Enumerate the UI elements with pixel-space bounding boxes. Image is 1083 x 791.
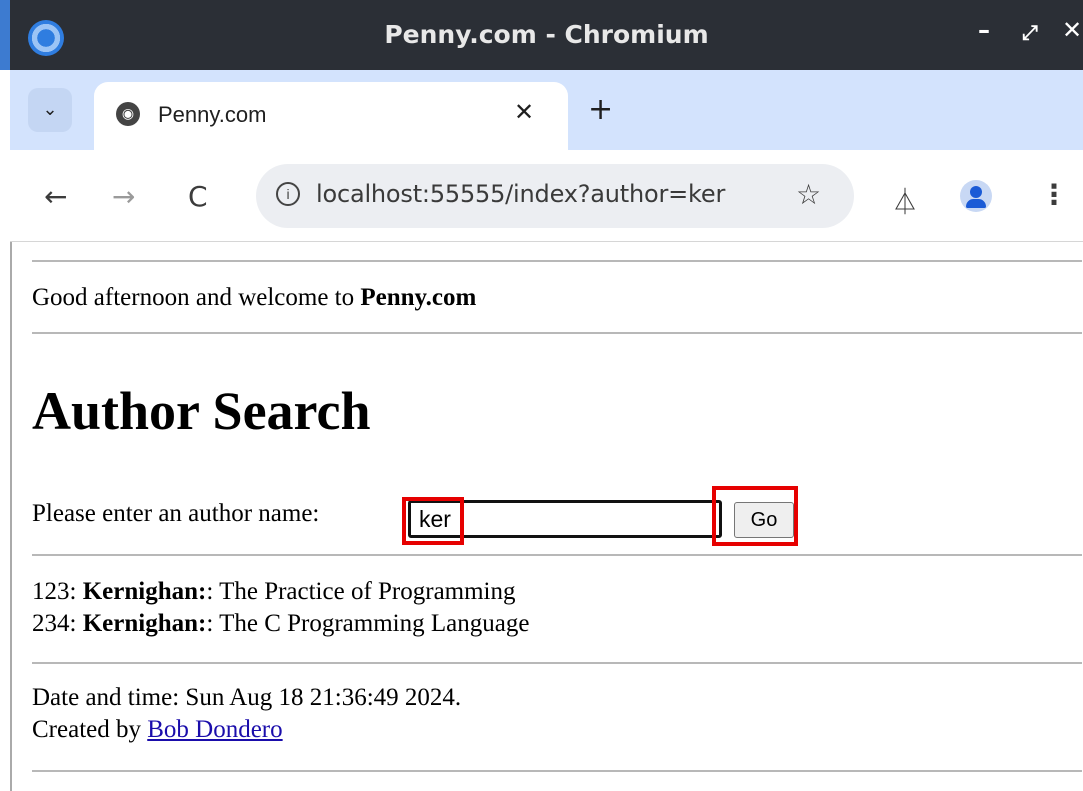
tab-search-dropdown-icon[interactable]: ⌄ xyxy=(28,88,72,132)
result-title: : The Practice of Programming xyxy=(206,578,516,605)
result-author: Kernighan: xyxy=(82,578,207,605)
maximize-icon[interactable]: ⤢ xyxy=(1022,20,1038,44)
divider xyxy=(32,260,1082,262)
greeting-text: Good afternoon and welcome to Penny.com xyxy=(32,284,476,312)
result-title: : The C Programming Language xyxy=(206,610,530,637)
list-item: 234: Kernighan:: The C Programming Langu… xyxy=(32,610,530,637)
results-list: 123: Kernighan:: The Practice of Program… xyxy=(32,576,529,640)
address-bar[interactable]: i localhost:55555/index?author=ker ☆ xyxy=(256,164,854,228)
tab-strip: ⌄ ◉ Penny.com ✕ + xyxy=(10,70,1083,150)
forward-arrow-icon[interactable]: → xyxy=(112,180,135,213)
kebab-menu-icon[interactable]: ⋮ xyxy=(1040,178,1068,211)
tab-penny[interactable]: ◉ Penny.com ✕ xyxy=(94,82,568,150)
tab-close-icon[interactable]: ✕ xyxy=(514,98,534,126)
labs-flask-icon[interactable]: ⏃ xyxy=(892,182,918,219)
bookmark-star-icon[interactable]: ☆ xyxy=(796,178,821,211)
divider xyxy=(32,662,1082,664)
close-window-icon[interactable]: ✕ xyxy=(1062,16,1082,44)
list-item: 123: Kernighan:: The Practice of Program… xyxy=(32,578,516,605)
window-title-bar: Penny.com - Chromium – ⤢ ✕ xyxy=(0,0,1083,70)
new-tab-button[interactable]: + xyxy=(588,92,613,127)
site-info-icon[interactable]: i xyxy=(276,182,300,206)
author-prompt-label: Please enter an author name: xyxy=(32,500,320,527)
minimize-icon[interactable]: – xyxy=(978,16,990,44)
tab-title: Penny.com xyxy=(158,102,267,127)
page-content: Good afternoon and welcome to Penny.com … xyxy=(10,242,1083,791)
highlight-box-input xyxy=(402,497,464,545)
globe-icon: ◉ xyxy=(116,102,140,126)
author-link[interactable]: Bob Dondero xyxy=(147,716,282,743)
reload-icon[interactable]: C xyxy=(188,180,208,213)
divider xyxy=(32,770,1082,772)
datetime-text: Date and time: Sun Aug 18 21:36:49 2024. xyxy=(32,684,462,711)
divider xyxy=(32,332,1082,334)
page-title: Author Search xyxy=(32,381,371,441)
url-text[interactable]: localhost:55555/index?author=ker xyxy=(316,180,725,208)
page-footer: Date and time: Sun Aug 18 21:36:49 2024.… xyxy=(32,682,461,746)
result-author: Kernighan: xyxy=(82,610,207,637)
highlight-box-go-button xyxy=(712,486,798,546)
back-arrow-icon[interactable]: ← xyxy=(44,180,67,213)
greeting-prefix: Good afternoon and welcome to xyxy=(32,284,361,311)
browser-toolbar: ← → C i localhost:55555/index?author=ker… xyxy=(10,150,1083,242)
site-name: Penny.com xyxy=(360,284,477,311)
window-title: Penny.com - Chromium xyxy=(384,20,709,49)
profile-avatar-icon[interactable] xyxy=(960,180,992,212)
created-by-line: Created by Bob Dondero xyxy=(32,716,283,743)
divider xyxy=(32,554,1082,556)
